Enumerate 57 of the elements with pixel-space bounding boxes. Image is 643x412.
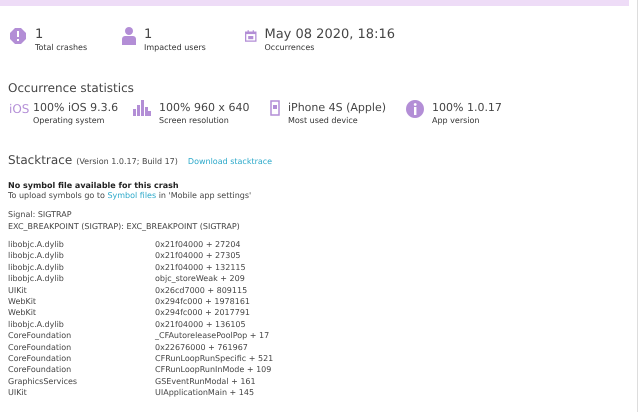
stat-value: 100% 1.0.17 [432, 100, 502, 115]
module-cell-text: libobjc.A.dylib [8, 250, 65, 262]
ios-logo: iOS [9, 101, 28, 118]
module-cell-text: WebKit [8, 296, 38, 308]
stat-label: Screen resolution [159, 115, 230, 126]
stat-value: 100% iOS 9.3.6 [33, 100, 118, 115]
address-cell-text: 0x26cd7000 + 809115 [155, 284, 248, 296]
module-cell-text: libobjc.A.dylib [8, 273, 65, 285]
download-link[interactable]: Download stacktrace [188, 157, 272, 166]
stat-label: Total crashes [35, 42, 88, 53]
address-cell-text: 0x21f04000 + 27305 [155, 250, 242, 262]
stat-label: Operating system [33, 115, 106, 126]
stat-label: App version [432, 115, 480, 126]
section-title: Occurrence statistics [7, 81, 135, 95]
address-cell-text: 0x21f04000 + 132115 [155, 262, 247, 274]
signal-text: Signal: SIGTRAP [8, 209, 73, 221]
module-cell-text: CoreFoundation [8, 342, 72, 354]
stat-value: 1 [35, 27, 44, 42]
phone-icon [270, 100, 280, 116]
stat-value: 1 [144, 27, 154, 42]
module-cell-text: UIKit [8, 284, 28, 296]
stat-label: Impacted users [144, 42, 206, 53]
address-cell-text: 0x21f04000 + 136105 [155, 318, 247, 330]
stat-value: iPhone 4S (Apple) [288, 100, 386, 115]
module-cell-text: libobjc.A.dylib [8, 239, 65, 250]
module-cell-text: CoreFoundation [8, 330, 72, 342]
user-icon [122, 27, 136, 45]
module-cell-text: libobjc.A.dylib [8, 262, 65, 274]
address-cell-text: UIApplicationMain + 145 [155, 387, 256, 399]
address-cell-text: GSEventRunModal + 161 [155, 376, 257, 388]
module-cell-text: UIKit [8, 387, 28, 399]
exception-text: EXC_BREAKPOINT (SIGTRAP): EXC_BREAKPOINT (SIGTRAP) [8, 221, 241, 233]
section-title: Stacktrace [8, 153, 72, 167]
notice-title: No symbol file available for this crash [8, 181, 180, 190]
info-icon [406, 100, 424, 118]
bar-chart-icon [133, 100, 151, 116]
version-text: (Version 1.0.17; Build 17) [76, 157, 178, 166]
stat-label: Most used device [288, 115, 359, 126]
address-cell-text: CFRunLoopRunInMode + 109 [155, 364, 272, 376]
address-cell-text: 0x22676000 + 761967 [155, 342, 249, 354]
module-cell-text: CoreFoundation [8, 353, 72, 364]
address-cell-text: _CFAutoreleasePoolPop + 17 [155, 330, 270, 342]
alert-icon [9, 27, 27, 45]
module-cell-text: libobjc.A.dylib [8, 318, 65, 330]
address-cell-text: objc_storeWeak + 209 [155, 273, 246, 285]
module-cell-text: GraphicsServices [8, 376, 78, 388]
stat-value: May 08 2020, 18:16 [264, 27, 395, 42]
notice-text: To upload symbols go to Symbol files in 'Mobile app settings' [8, 190, 252, 202]
address-cell-text: 0x294fc000 + 1978161 [155, 296, 251, 308]
address-cell-text: CFRunLoopRunSpecific + 521 [155, 353, 274, 364]
address-cell-text: 0x294fc000 + 2017791 [155, 307, 251, 319]
module-cell-text: WebKit [8, 307, 38, 319]
stat-label: Occurrences [264, 42, 316, 53]
module-cell-text: CoreFoundation [8, 364, 72, 376]
address-cell-text: 0x21f04000 + 27204 [155, 239, 242, 250]
symbol-files-link[interactable]: Symbol files [107, 191, 156, 200]
stat-value: 100% 960 x 640 [159, 100, 250, 115]
